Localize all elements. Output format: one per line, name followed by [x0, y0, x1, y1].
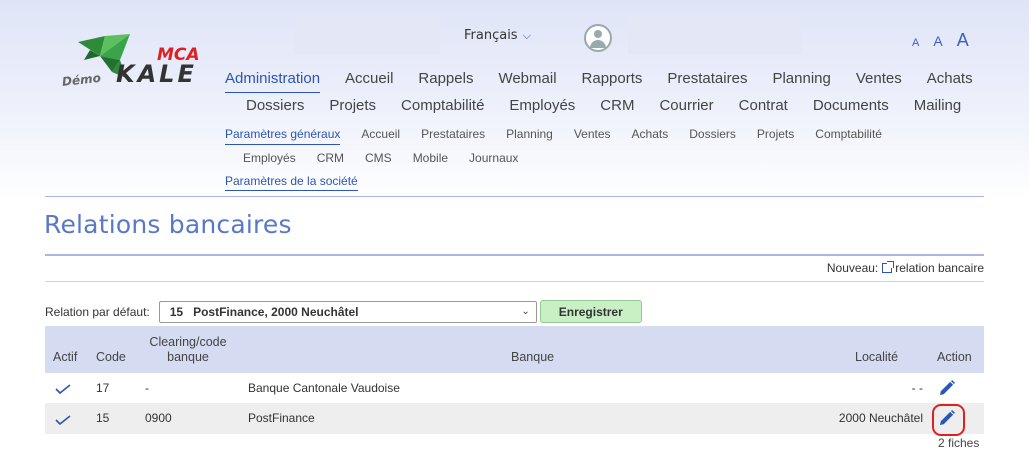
- font-size-medium-button[interactable]: A: [933, 33, 942, 49]
- nav-item-planning[interactable]: Planning: [772, 66, 830, 93]
- edit-pencil-icon[interactable]: [937, 378, 957, 401]
- column-header-clearing-line2: banque: [167, 350, 209, 364]
- nav-item-administration[interactable]: Administration: [225, 66, 321, 93]
- nav-item-webmail[interactable]: Webmail: [498, 66, 556, 93]
- subnav-item-mobile[interactable]: Mobile: [413, 148, 448, 168]
- column-header-bank[interactable]: Banque: [511, 350, 554, 364]
- default-relation-select[interactable]: 15 PostFinance, 2000 Neuchâtel ⌄: [158, 300, 537, 323]
- default-relation-value: 15 PostFinance, 2000 Neuchâtel: [169, 304, 359, 319]
- chevron-down-icon: ⌵: [522, 28, 531, 42]
- nav-item-rapports[interactable]: Rapports: [582, 66, 643, 93]
- header-blank-left: [294, 16, 440, 54]
- subnav-item-prestataires[interactable]: Prestataires: [421, 124, 485, 145]
- new-record-bar: Nouveau: relation bancaire: [827, 261, 984, 275]
- new-bank-relation-label: relation bancaire: [895, 261, 984, 275]
- column-header-clearing-line1: Clearing/code: [149, 335, 227, 349]
- cell-bank: PostFinance: [248, 411, 315, 425]
- chevron-down-icon: ⌄: [521, 306, 530, 317]
- header-blank-right: [628, 16, 802, 54]
- cell-clearing: 0900: [145, 411, 172, 425]
- default-relation-label: Relation par défaut:: [45, 304, 150, 319]
- column-header-active[interactable]: Actif: [53, 350, 77, 364]
- subnav-item-parametres-generaux[interactable]: Paramètres généraux: [225, 124, 341, 145]
- table-header: Actif Code Clearing/code banque Banque L…: [45, 326, 984, 373]
- nav-item-crm[interactable]: CRM: [600, 93, 634, 119]
- nav-item-accueil[interactable]: Accueil: [345, 66, 393, 93]
- font-size-small-button[interactable]: A: [912, 37, 919, 49]
- title-divider: [45, 254, 984, 256]
- main-navigation: Administration Accueil Rappels Webmail R…: [225, 66, 975, 119]
- language-selector[interactable]: Français ⌵: [464, 28, 531, 43]
- page-title: Relations bancaires: [44, 210, 292, 239]
- main-nav-row-2: Dossiers Projets Comptabilité Employés C…: [225, 93, 975, 119]
- cell-locality: - -: [911, 381, 923, 395]
- default-relation-row: Relation par défaut: 15 PostFinance, 200…: [45, 300, 642, 323]
- user-avatar-icon[interactable]: [584, 24, 612, 52]
- nav-item-mailing[interactable]: Mailing: [914, 93, 962, 119]
- sub-nav-row-1: Paramètres généraux Accueil Prestataires…: [225, 124, 975, 145]
- subnav-item-projets[interactable]: Projets: [757, 124, 794, 145]
- highlight-ring: [932, 404, 965, 436]
- cell-clearing: -: [145, 381, 149, 395]
- subnav-item-planning[interactable]: Planning: [506, 124, 553, 145]
- font-size-controls: A A A: [912, 30, 969, 51]
- nav-item-comptabilite[interactable]: Comptabilité: [401, 93, 484, 119]
- subnav-item-dossiers[interactable]: Dossiers: [689, 124, 736, 145]
- nav-item-employes[interactable]: Employés: [509, 93, 575, 119]
- nav-item-projets[interactable]: Projets: [329, 93, 376, 119]
- record-count: 2 fiches: [938, 436, 980, 450]
- logo-kale-text: KALE: [116, 60, 197, 88]
- save-button[interactable]: Enregistrer: [539, 300, 642, 323]
- active-check-icon: [55, 414, 71, 428]
- nav-item-achats[interactable]: Achats: [927, 66, 973, 93]
- nav-item-prestataires[interactable]: Prestataires: [667, 66, 747, 93]
- font-size-large-button[interactable]: A: [957, 30, 969, 51]
- subnav-item-crm[interactable]: CRM: [317, 148, 344, 168]
- subnav-item-cms[interactable]: CMS: [365, 148, 392, 168]
- nav-item-courrier[interactable]: Courrier: [659, 93, 713, 119]
- subnav-item-accueil[interactable]: Accueil: [361, 124, 400, 145]
- column-header-code[interactable]: Code: [96, 350, 126, 364]
- nav-item-dossiers[interactable]: Dossiers: [246, 93, 304, 119]
- toolbar-divider: [45, 281, 984, 282]
- subnav-item-parametres-societe[interactable]: Paramètres de la société: [225, 173, 358, 191]
- subnav-item-comptabilite[interactable]: Comptabilité: [815, 124, 882, 145]
- new-prefix-label: Nouveau:: [826, 261, 879, 275]
- sub-nav-row-2: Employés CRM CMS Mobile Journaux: [225, 148, 975, 168]
- table-row[interactable]: 15 0900 PostFinance 2000 Neuchâtel: [45, 403, 984, 434]
- table-row[interactable]: 17 - Banque Cantonale Vaudoise - -: [45, 373, 984, 404]
- cell-locality: 2000 Neuchâtel: [838, 411, 923, 425]
- cell-code: 15: [96, 411, 110, 425]
- nav-item-documents[interactable]: Documents: [813, 93, 889, 119]
- active-check-icon: [55, 383, 71, 397]
- header-divider: [45, 196, 984, 197]
- nav-item-ventes[interactable]: Ventes: [856, 66, 902, 93]
- sub-navigation: Paramètres généraux Accueil Prestataires…: [225, 124, 975, 168]
- column-header-action: Action: [937, 350, 972, 364]
- column-header-clearing[interactable]: Clearing/code banque: [138, 335, 238, 365]
- language-label: Français: [464, 28, 518, 43]
- nav-item-rappels[interactable]: Rappels: [418, 66, 473, 93]
- subnav-item-achats[interactable]: Achats: [632, 124, 669, 145]
- subnav-item-journaux[interactable]: Journaux: [469, 148, 518, 168]
- external-link-icon: [882, 261, 895, 273]
- logo-demo-text: Démo: [61, 71, 101, 89]
- subnav-item-ventes[interactable]: Ventes: [574, 124, 611, 145]
- new-bank-relation-link[interactable]: relation bancaire: [882, 261, 984, 275]
- cell-bank: Banque Cantonale Vaudoise: [248, 381, 400, 395]
- column-header-locality[interactable]: Localité: [855, 350, 898, 364]
- nav-item-contrat[interactable]: Contrat: [739, 93, 788, 119]
- main-nav-row-1: Administration Accueil Rappels Webmail R…: [225, 66, 975, 93]
- cell-code: 17: [96, 381, 110, 395]
- subnav-item-employes[interactable]: Employés: [243, 148, 296, 168]
- kale-logo[interactable]: MCA KALE Démo: [60, 30, 220, 100]
